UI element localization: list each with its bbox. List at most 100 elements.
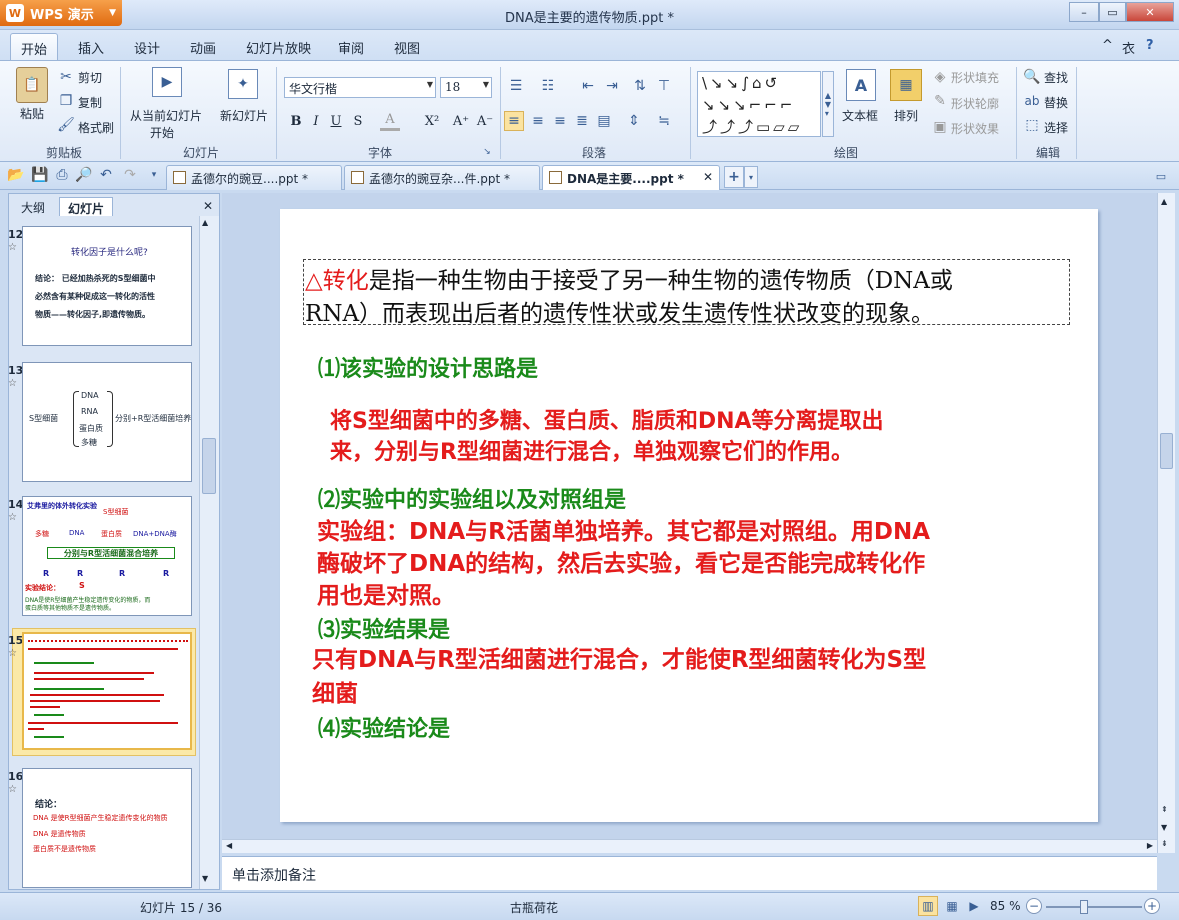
save-icon[interactable]: 💾 xyxy=(31,167,48,183)
scroll-up-icon[interactable]: ▲ xyxy=(1161,197,1167,206)
scroll-left-icon[interactable]: ◀ xyxy=(226,841,232,850)
replace-button[interactable]: 替换 xyxy=(1044,94,1068,111)
chevron-down-icon[interactable]: ▼ xyxy=(427,80,433,89)
skin-icon[interactable]: 衣 xyxy=(1122,38,1135,57)
slide-thumbnail[interactable]: 艾弗里的体外转化实验 S型细菌 多糖 DNA 蛋白质 DNA+DNA酶 分别与R… xyxy=(22,496,192,616)
document-tab[interactable]: 孟德尔的豌豆杂...件.ppt * xyxy=(344,165,540,190)
zoom-slider-thumb[interactable] xyxy=(1080,900,1088,914)
font-name-combo[interactable]: 华文行楷 ▼ xyxy=(284,77,436,98)
bold-button[interactable]: B xyxy=(286,111,306,131)
font-size-combo[interactable]: 18 ▼ xyxy=(440,77,492,98)
paragraph-spacing-icon[interactable]: ≒ xyxy=(654,111,674,131)
font-color-button[interactable]: A xyxy=(380,111,400,131)
collapse-ribbon-icon[interactable]: ^ xyxy=(1102,38,1113,53)
chevron-down-icon[interactable]: ▼ xyxy=(483,80,489,89)
undo-icon[interactable]: ↶ xyxy=(98,167,114,183)
cut-button[interactable]: 剪切 xyxy=(78,69,102,86)
bullets-icon[interactable]: ☰ xyxy=(506,77,526,95)
shape-fill-button[interactable]: 形状填充 xyxy=(951,69,999,86)
scroll-up-icon[interactable]: ▲ xyxy=(202,218,208,227)
align-text-icon[interactable]: ⊤ xyxy=(654,77,674,95)
tab-animation[interactable]: 动画 xyxy=(190,38,216,57)
scroll-down-icon[interactable]: ▼ xyxy=(202,874,208,883)
close-tab-icon[interactable]: ✕ xyxy=(703,170,713,184)
scroll-down-icon[interactable]: ▼ xyxy=(1161,823,1167,832)
arrange-icon[interactable]: ▦ xyxy=(890,69,922,101)
slide-thumbnail[interactable]: 转化因子是什么呢? 结论： 已经加热杀死的S型细菌中 必然含有某种促成这一转化的… xyxy=(22,226,192,346)
slide-sorter-icon[interactable]: ▦ xyxy=(942,896,962,916)
tab-slideshow[interactable]: 幻灯片放映 xyxy=(246,38,311,57)
distribute-icon[interactable]: ▤ xyxy=(594,111,614,131)
shadow-button[interactable]: S xyxy=(348,111,368,131)
grow-font-button[interactable]: A⁺ xyxy=(450,111,472,131)
notes-pane[interactable]: 单击添加备注 xyxy=(222,856,1157,890)
new-slide-button[interactable]: 新幻灯片 xyxy=(220,107,268,124)
align-center-icon[interactable]: ≡ xyxy=(528,111,548,131)
play-from-current-line1[interactable]: 从当前幻灯片 xyxy=(130,107,202,124)
play-from-current-line2[interactable]: 开始 xyxy=(150,124,174,141)
tab-list-dropdown-icon[interactable]: ▾ xyxy=(744,166,758,188)
find-button[interactable]: 查找 xyxy=(1044,69,1068,86)
open-folder-icon[interactable]: 📂 xyxy=(7,167,24,183)
play-from-current-icon[interactable]: ▶ xyxy=(152,67,182,97)
print-preview-icon[interactable]: 🔎 xyxy=(75,167,92,183)
paste-button[interactable]: 粘贴 xyxy=(20,105,44,122)
shapes-scroll[interactable]: ▲ ▼ ▾ xyxy=(822,71,834,137)
new-slide-icon[interactable]: ✦ xyxy=(228,69,258,99)
arrange-button[interactable]: 排列 xyxy=(894,107,918,124)
textbox-button[interactable]: 文本框 xyxy=(842,107,878,124)
textbox-icon[interactable]: A xyxy=(846,69,876,101)
thumbnail-scrollbar[interactable]: ▲ ▼ xyxy=(199,216,219,889)
tab-design[interactable]: 设计 xyxy=(134,38,160,57)
slideshow-icon[interactable]: ▶ xyxy=(964,896,984,916)
print-icon[interactable]: ⎙ xyxy=(54,167,70,183)
new-tab-icon[interactable]: + xyxy=(724,166,744,188)
text-direction-icon[interactable]: ⇅ xyxy=(630,77,650,95)
numbering-icon[interactable]: ☷ xyxy=(538,77,558,95)
shape-effect-button[interactable]: 形状效果 xyxy=(951,120,999,137)
copy-button[interactable]: 复制 xyxy=(78,94,102,111)
increase-indent-icon[interactable]: ⇥ xyxy=(602,77,622,95)
zoom-slider-track[interactable] xyxy=(1046,906,1142,908)
tab-review[interactable]: 审阅 xyxy=(338,38,364,57)
line-spacing-icon[interactable]: ⇕ xyxy=(624,111,644,131)
tab-slides[interactable]: 幻灯片 xyxy=(59,197,114,217)
restore-button[interactable]: ▭ xyxy=(1099,2,1126,22)
scrollbar-thumb[interactable] xyxy=(202,438,216,494)
slide-thumbnail[interactable]: 结论： DNA 是使R型细菌产生稳定遗传变化的物质 DNA 是遗传物质 蛋白质不… xyxy=(22,768,192,888)
italic-button[interactable]: I xyxy=(306,111,326,131)
canvas-horizontal-scrollbar[interactable]: ◀ ▶ xyxy=(222,839,1157,853)
shapes-row[interactable]: \↘↘∫⌂↺ xyxy=(702,72,820,94)
shape-outline-button[interactable]: 形状轮廓 xyxy=(951,95,999,112)
normal-view-icon[interactable]: ▥ xyxy=(918,896,938,916)
tab-outline[interactable]: 大纲 xyxy=(13,197,53,217)
quick-access-dropdown-icon[interactable]: ▾ xyxy=(148,167,160,183)
scrollbar-thumb[interactable] xyxy=(1160,433,1173,469)
font-dialog-launcher-icon[interactable]: ↘ xyxy=(482,147,492,157)
document-tab-active[interactable]: DNA是主要....ppt * ✕ xyxy=(542,165,720,190)
help-icon[interactable]: ? xyxy=(1146,38,1154,53)
shrink-font-button[interactable]: A⁻ xyxy=(474,111,496,131)
window-list-icon[interactable]: ▭ xyxy=(1152,168,1170,184)
underline-button[interactable]: U xyxy=(326,111,346,131)
align-left-icon[interactable]: ≡ xyxy=(504,111,524,131)
document-tab[interactable]: 孟德尔的豌豆....ppt * xyxy=(166,165,342,190)
prev-slide-icon[interactable]: ⇞ xyxy=(1161,805,1168,814)
redo-icon[interactable]: ↷ xyxy=(122,167,138,183)
slide-thumbnail-selected[interactable] xyxy=(22,632,192,750)
format-painter-button[interactable]: 格式刷 xyxy=(78,119,114,136)
scroll-right-icon[interactable]: ▶ xyxy=(1147,841,1153,850)
minimize-button[interactable]: – xyxy=(1069,2,1099,22)
justify-icon[interactable]: ≣ xyxy=(572,111,592,131)
next-slide-icon[interactable]: ⇟ xyxy=(1161,839,1168,848)
canvas-vertical-scrollbar[interactable]: ▲ ⇞ ▼ ⇟ xyxy=(1157,193,1175,853)
tab-insert[interactable]: 插入 xyxy=(78,38,104,57)
shapes-row[interactable]: ⤴⤴⤴▭▱▱ xyxy=(702,116,820,136)
tab-home[interactable]: 开始 xyxy=(10,33,59,61)
close-pane-icon[interactable]: ✕ xyxy=(201,198,215,214)
shapes-row[interactable]: ↘↘↘⌐⌐⌐ xyxy=(702,94,820,116)
superscript-button[interactable]: X² xyxy=(420,111,444,131)
align-right-icon[interactable]: ≡ xyxy=(550,111,570,131)
tab-view[interactable]: 视图 xyxy=(394,38,420,57)
shapes-gallery[interactable]: \↘↘∫⌂↺ ↘↘↘⌐⌐⌐ ⤴⤴⤴▭▱▱ xyxy=(697,71,821,137)
